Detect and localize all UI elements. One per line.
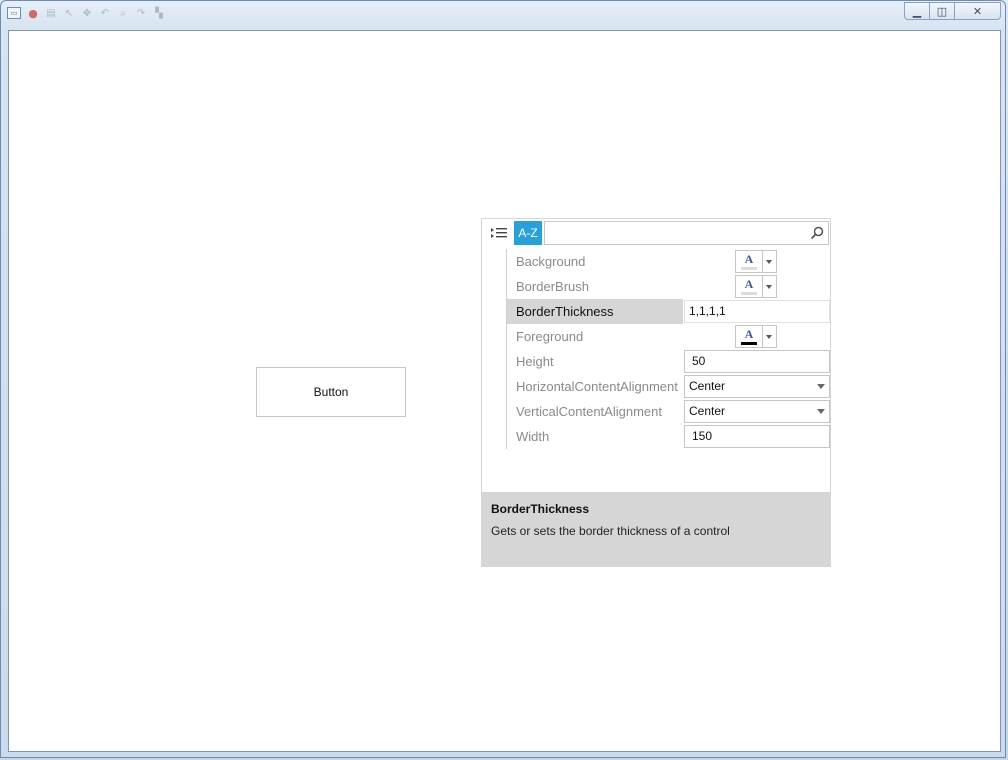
property-row-borderbrush[interactable]: BorderBrush A [482,274,830,299]
move-icon[interactable]: ✥ [81,7,93,19]
brush-editor[interactable]: A [735,275,777,298]
minimize-icon: ▁ [912,4,922,18]
property-name: Background [516,254,586,269]
chevron-down-icon [766,285,772,289]
property-value-input[interactable]: 150 [684,425,830,448]
brush-editor[interactable]: A [735,250,777,273]
property-value-combobox[interactable]: Center [684,375,830,398]
sample-button[interactable]: Button [256,367,406,417]
brush-dropdown[interactable] [763,325,777,348]
inspect-icon[interactable]: ▚ [153,7,165,19]
zoom-icon[interactable]: ⌕ [117,7,129,19]
property-row-foreground[interactable]: Foreground A [482,324,830,349]
property-name: HorizontalContentAlignment [516,379,678,394]
chevron-down-icon [766,260,772,264]
text-color-icon: A [744,327,754,341]
close-button[interactable]: ✕ [955,2,1001,20]
description-title: BorderThickness [491,502,590,516]
search-icon[interactable] [810,226,824,240]
property-search-box[interactable] [544,221,829,245]
brush-editor[interactable]: A [735,325,777,348]
redo-icon[interactable]: ↷ [135,7,147,19]
alphabetical-sort-button[interactable]: A-Z [514,221,542,245]
property-name: VerticalContentAlignment [516,404,662,419]
minimize-button[interactable]: ▁ [904,2,930,20]
property-grid-toolbar: A-Z [482,219,830,247]
categorized-list-icon[interactable] [489,222,509,244]
quick-access-toolbar: ▭ ● ▤ ↖ ✥ ↶ ⌕ ↷ ▚ [7,7,165,20]
caption-buttons: ▁ ◫ ✕ [904,2,1001,20]
property-row-horizontalcontentalignment[interactable]: HorizontalContentAlignment Center [482,374,830,399]
brush-dropdown[interactable] [763,275,777,298]
text-color-icon: A [744,252,754,266]
property-value-input[interactable]: 50 [684,350,830,373]
chevron-down-icon [817,409,825,414]
brush-dropdown[interactable] [763,250,777,273]
search-input[interactable] [549,223,803,245]
close-icon: ✕ [972,4,983,18]
property-list: Background A BorderBrush A BorderThickne… [482,249,830,449]
property-description-panel: BorderThickness Gets or sets the border … [482,492,830,566]
description-text: Gets or sets the border thickness of a c… [491,524,730,538]
property-name: Height [516,354,554,369]
record-icon[interactable]: ● [27,7,39,20]
title-bar: ▭ ● ▤ ↖ ✥ ↶ ⌕ ↷ ▚ ▁ ◫ ✕ [1,1,1007,29]
combobox-selected-value: Center [689,404,726,418]
property-row-borderthickness[interactable]: BorderThickness 1,1,1,1 [482,299,830,324]
clipboard-icon[interactable]: ▤ [45,7,57,19]
application-window: ▭ ● ▤ ↖ ✥ ↶ ⌕ ↷ ▚ ▁ ◫ ✕ Button A-Z Backg… [0,0,1006,758]
restore-icon: ◫ [936,4,948,18]
property-name: BorderBrush [516,279,589,294]
maximize-button[interactable]: ◫ [930,2,955,20]
property-name: Width [516,429,550,444]
chevron-down-icon [766,335,772,339]
property-value-input[interactable]: 1,1,1,1 [684,300,830,323]
property-row-height[interactable]: Height 50 [482,349,830,374]
undo-icon[interactable]: ↶ [99,7,111,19]
combobox-selected-value: Center [689,379,726,393]
brush-swatch[interactable]: A [735,250,763,273]
app-icon[interactable]: ▭ [7,7,21,19]
select-icon[interactable]: ↖ [63,7,75,19]
property-row-verticalcontentalignment[interactable]: VerticalContentAlignment Center [482,399,830,424]
property-row-width[interactable]: Width 150 [482,424,830,449]
property-row-background[interactable]: Background A [482,249,830,274]
property-name: BorderThickness [507,299,683,324]
property-name: Foreground [516,329,584,344]
text-color-icon: A [744,277,754,291]
client-area: Button A-Z Background A BorderBrush A Bo… [8,30,1001,752]
brush-swatch[interactable]: A [735,325,763,348]
brush-swatch[interactable]: A [735,275,763,298]
chevron-down-icon [817,384,825,389]
property-grid: A-Z Background A BorderBrush A BorderThi… [481,218,831,567]
property-value-combobox[interactable]: Center [684,400,830,423]
